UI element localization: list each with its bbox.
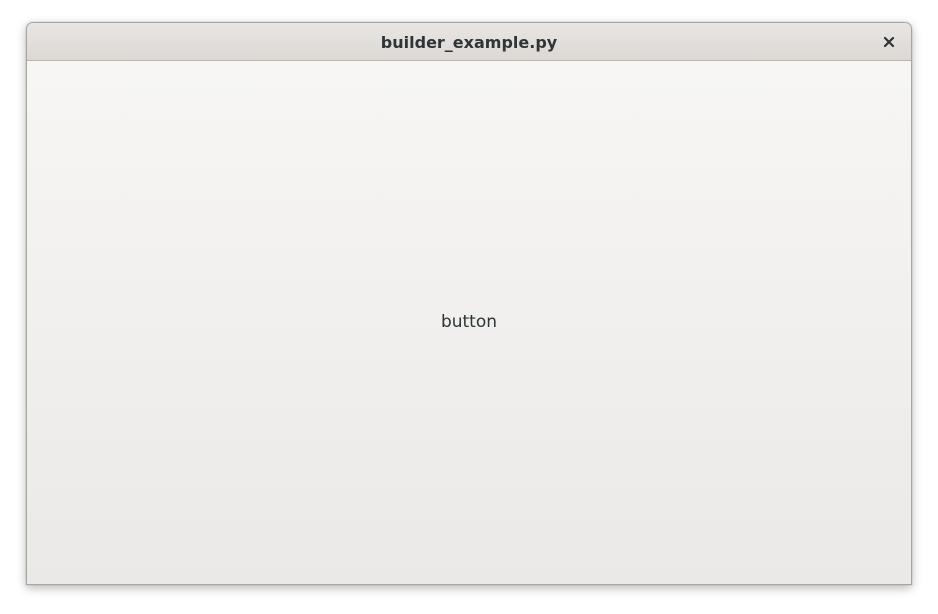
- window-content: button: [27, 61, 911, 584]
- window-title: builder_example.py: [380, 32, 558, 52]
- application-window: builder_example.py button: [26, 22, 912, 585]
- close-button[interactable]: [879, 32, 899, 52]
- button-label: button: [440, 311, 498, 332]
- window-titlebar[interactable]: builder_example.py: [27, 23, 911, 61]
- main-button[interactable]: button: [27, 61, 911, 584]
- close-icon: [883, 36, 895, 48]
